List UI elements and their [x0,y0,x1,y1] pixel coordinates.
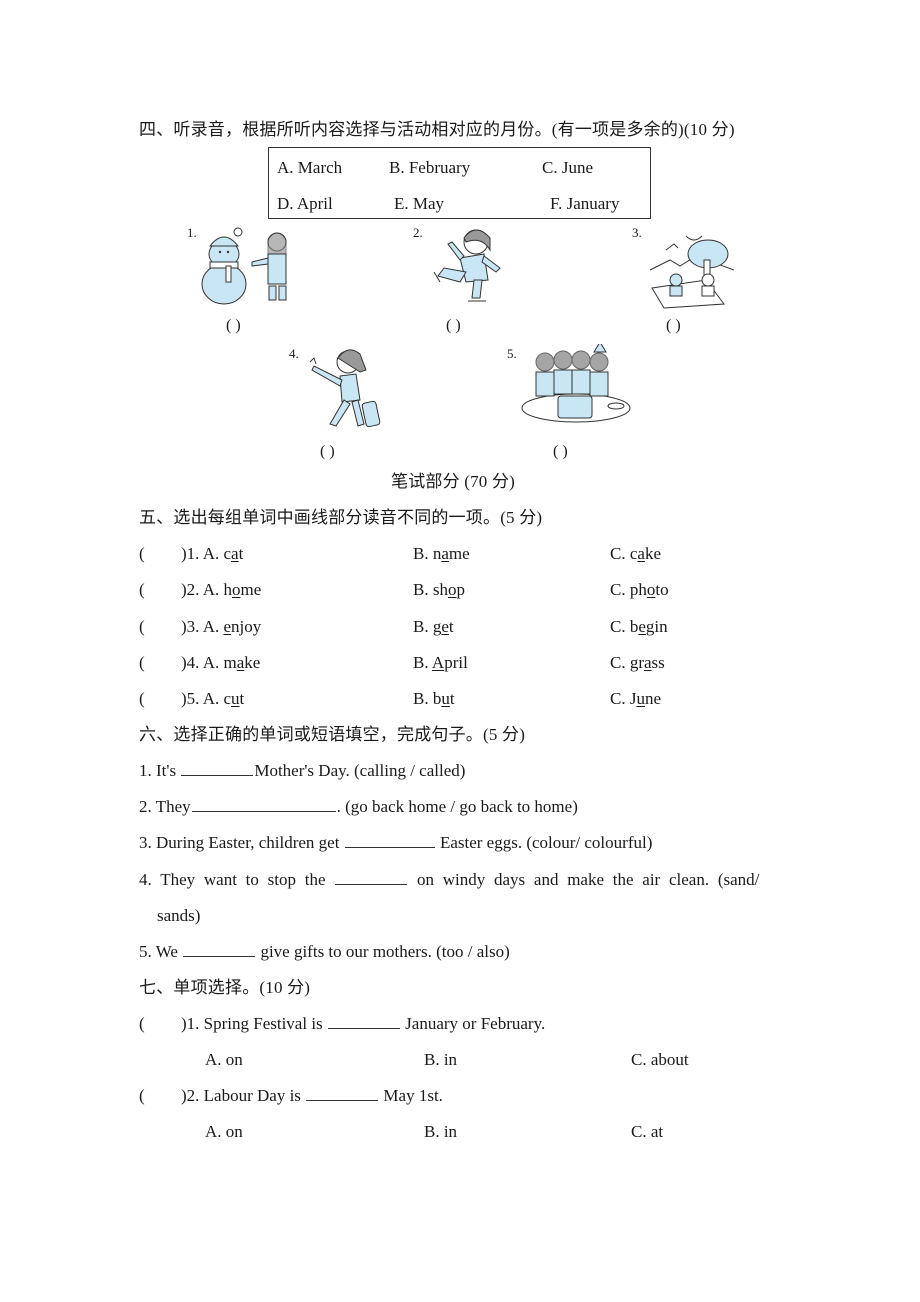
option-c: C. June [610,689,662,708]
option-c: C. grass [610,653,665,672]
answer-paren[interactable]: ( [139,618,145,635]
section7-title: 七、单项选择。(10 分) [139,978,311,997]
underlined-letter: o [646,580,656,599]
picnic-picture [649,235,734,309]
s7-q2-option-c[interactable]: C. at [631,1123,663,1140]
answer-blank[interactable] [191,810,336,812]
snowman-girl-picture [201,227,287,305]
answer-blank[interactable] [181,774,254,776]
option-a: )3. A. enjoy [181,617,262,636]
answer-paren[interactable]: ( [139,581,145,598]
s6-item-1: 1. It's Mother's Day. (calling / called) [139,761,466,780]
underlined-letter: a [637,544,645,563]
answer-blank[interactable] [183,955,256,957]
underlined-letter: a [644,653,652,672]
option-a: )4. A. make [181,653,261,672]
option-b: B. but [413,689,455,708]
option-a: )2. A. home [181,580,262,599]
option-b: B. April [413,653,468,672]
ice-skating-girl-picture [433,229,501,302]
s6-item-4-cont: sands) [157,906,201,925]
s6-item-4: 4. They want to stop the on windy days a… [139,870,760,889]
answer-blank[interactable] [335,883,408,885]
underlined-letter: A [431,653,445,672]
option-c: C. begin [610,617,668,636]
answer-paren[interactable]: ( [139,654,145,671]
underlined-letter: o [232,580,241,599]
underlined-letter: e [638,617,646,636]
s6-item-5: 5. We give gifts to our mothers. (too / … [139,942,510,961]
s7-q1-paren[interactable]: ( [139,1015,145,1032]
s7-q1-stem: )1. Spring Festival is January or Februa… [181,1014,546,1033]
s7-q1-option-b[interactable]: B. in [424,1051,457,1068]
answer-paren[interactable]: ( [139,690,145,707]
option-b: B. shop [413,580,465,599]
picture-5-number: 5. [507,346,517,361]
underlined-letter: a [441,544,449,563]
option-b: B. name [413,544,470,563]
underlined-letter: u [231,689,240,708]
picture-4-answer[interactable]: ( ) [320,444,335,460]
picture-3-answer[interactable]: ( ) [666,318,681,334]
picture-1-answer[interactable]: ( ) [226,318,241,334]
underlined-letter: u [636,689,645,708]
s7-q1-option-a[interactable]: A. on [205,1051,243,1068]
picture-2-answer[interactable]: ( ) [446,318,461,334]
written-part-title: 笔试部分 (70 分) [391,472,516,491]
s6-item-3: 3. During Easter, children get Easter eg… [139,833,653,852]
s7-q1-option-c[interactable]: C. about [631,1051,689,1068]
picture-5-answer[interactable]: ( ) [553,444,568,460]
underlined-letter: u [441,689,450,708]
answer-paren[interactable]: ( [139,545,145,562]
s7-q2-option-b[interactable]: B. in [424,1123,457,1140]
option-a: )1. A. cat [181,544,244,563]
picture-3-number: 3. [632,225,642,240]
birthday-party-picture [521,344,631,423]
option-d: D. April [277,194,333,213]
answer-blank[interactable] [344,846,435,848]
travelling-girl-picture [309,349,381,428]
underlined-letter: a [236,653,245,672]
option-b: B. February [389,158,471,177]
answer-blank [306,1099,379,1101]
s7-q2-stem: )2. Labour Day is May 1st. [181,1086,443,1105]
option-e: E. May [394,194,445,213]
option-b: B. get [413,617,454,636]
s7-q2-paren[interactable]: ( [139,1087,145,1104]
option-f: F. January [550,194,620,213]
underlined-letter: e [441,617,449,636]
option-a: )5. A. cut [181,689,245,708]
picture-4-number: 4. [289,346,299,361]
underlined-letter: o [447,580,457,599]
option-c: C. June [542,158,593,177]
option-c: C. cake [610,544,661,563]
answer-blank [327,1027,400,1029]
picture-2-number: 2. [413,225,423,240]
option-a: A. March [277,158,343,177]
option-c: C. photo [610,580,669,599]
section6-title: 六、选择正确的单词或短语填空，完成句子。(5 分) [139,725,526,744]
section4-title: 四、听录音，根据所听内容选择与活动相对应的月份。(有一项是多余的)(10 分) [139,120,735,139]
s6-item-2: 2. They. (go back home / go back to home… [139,797,578,816]
underlined-letter: e [223,617,232,636]
underlined-letter: a [231,544,239,563]
s7-q2-option-a[interactable]: A. on [205,1123,243,1140]
section5-title: 五、选出每组单词中画线部分读音不同的一项。(5 分) [139,508,543,527]
